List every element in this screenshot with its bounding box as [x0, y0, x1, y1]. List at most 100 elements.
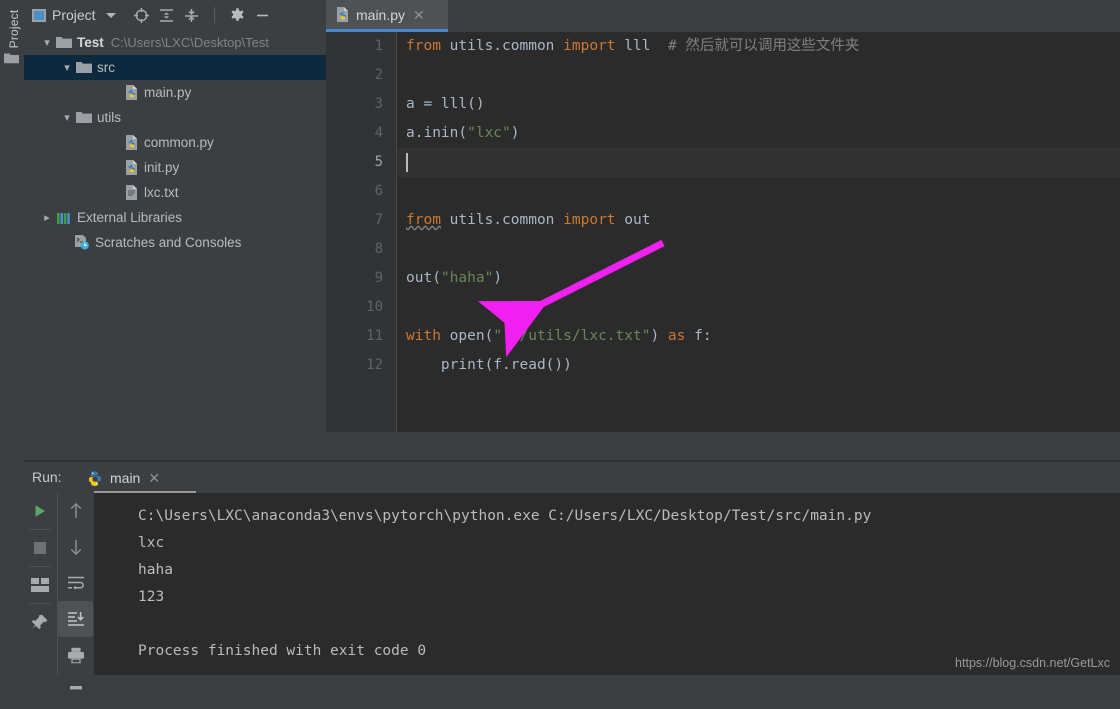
run-actions-right — [57, 493, 94, 690]
line-number: 8 — [374, 241, 383, 257]
line-number: 11 — [366, 328, 383, 344]
stop-icon — [34, 542, 46, 554]
tree-label: init.py — [144, 160, 180, 175]
project-tool-window-button[interactable]: Project — [7, 0, 21, 59]
line-number: 10 — [366, 299, 383, 315]
tab-bar-empty-area — [448, 0, 1120, 29]
layout-button[interactable] — [24, 567, 56, 603]
editor-tab-bar: main.py ✕ — [326, 0, 1120, 32]
arrow-down-icon — [70, 540, 81, 556]
tree-label: main.py — [144, 85, 192, 100]
code-line-current — [398, 148, 1120, 177]
locate-target-icon[interactable] — [132, 6, 151, 25]
python-file-icon — [337, 7, 348, 22]
tree-row-common-py[interactable]: ▾ common.py — [24, 130, 326, 155]
project-title: Project — [52, 7, 96, 23]
tree-label: External Libraries — [77, 210, 183, 225]
chevron-down-icon[interactable]: ▾ — [58, 111, 76, 124]
tree-label: src — [97, 60, 115, 75]
chevron-down-icon[interactable] — [105, 12, 116, 18]
close-icon[interactable]: ✕ — [413, 8, 425, 22]
line-number: 6 — [374, 183, 383, 199]
code-line: out("haha") — [406, 270, 503, 286]
run-console-output[interactable]: C:\Users\LXC\anaconda3\envs\pytorch\pyth… — [94, 493, 1120, 675]
gear-icon[interactable] — [228, 6, 247, 25]
line-number: 7 — [374, 212, 383, 228]
arrow-up-icon — [70, 502, 81, 518]
collapse-all-icon[interactable] — [182, 6, 201, 25]
run-tool-window-header: Run: main ✕ — [24, 462, 1120, 494]
pin-tab-button[interactable] — [24, 604, 56, 640]
up-stack-trace-button[interactable] — [58, 493, 93, 529]
down-stack-trace-button[interactable] — [58, 529, 93, 565]
code-line: from utils.common import out — [406, 212, 651, 228]
line-number: 4 — [374, 125, 383, 141]
code-line: a.inin("lxc") — [406, 125, 520, 141]
scratches-icon — [75, 235, 89, 250]
soft-wrap-button[interactable] — [58, 565, 93, 601]
code-line: print(f.read()) — [406, 357, 572, 373]
scroll-to-end-button[interactable] — [58, 601, 93, 637]
line-number: 5 — [374, 154, 383, 170]
clear-all-button[interactable] — [58, 673, 93, 709]
text-caret — [406, 153, 408, 172]
close-icon[interactable]: ✕ — [148, 470, 160, 487]
code-text-area[interactable]: from utils.common import lll # 然后就可以调用这些… — [398, 32, 1120, 432]
soft-wrap-icon — [67, 576, 84, 590]
print-button[interactable] — [58, 637, 93, 673]
tree-label: Scratches and Consoles — [95, 235, 242, 250]
console-line: 123 — [138, 589, 165, 605]
project-view-selector[interactable]: Project — [32, 7, 116, 23]
project-tree[interactable]: ▾ Test C:\Users\LXC\Desktop\Test ▾ src ▾ — [24, 30, 326, 462]
console-line: C:\Users\LXC\anaconda3\envs\pytorch\pyth… — [138, 508, 872, 524]
chevron-right-icon[interactable]: ▸ — [38, 211, 56, 224]
tree-row-main-py[interactable]: ▾ main.py — [24, 80, 326, 105]
toolbar-divider — [213, 7, 215, 23]
tree-row-src[interactable]: ▾ src — [24, 55, 326, 80]
code-editor[interactable]: 1 2 3 4 5 6 7 8 9 10 11 12 from utils.co… — [326, 32, 1120, 432]
tree-label: utils — [97, 110, 122, 125]
gutter-separator — [396, 32, 397, 432]
tree-row-init-py[interactable]: ▾ init.py — [24, 155, 326, 180]
line-number: 12 — [366, 357, 383, 373]
layout-icon — [31, 578, 49, 592]
folder-icon — [76, 62, 92, 73]
pycharm-window: Project Project ▾ Test C:\Users\LXC\Desk… — [0, 0, 1120, 690]
run-actions-left — [24, 493, 56, 675]
stop-button[interactable] — [24, 530, 56, 566]
rerun-button[interactable] — [24, 493, 56, 529]
minimize-icon[interactable] — [253, 6, 272, 25]
code-line: a = lll() — [406, 96, 485, 112]
run-tab-label: main — [110, 470, 141, 486]
project-tool-window: Project ▾ Test C:\Users\LXC\Desktop\Test… — [24, 0, 326, 462]
project-window-icon — [32, 8, 46, 22]
tree-row-external-libraries[interactable]: ▸ External Libraries — [24, 205, 326, 230]
expand-all-icon[interactable] — [157, 6, 176, 25]
editor-gutter[interactable]: 1 2 3 4 5 6 7 8 9 10 11 12 — [326, 32, 397, 432]
tab-label: main.py — [356, 6, 406, 23]
folder-icon — [76, 112, 92, 123]
left-tool-strip: Project — [0, 0, 25, 675]
play-icon — [35, 505, 45, 517]
console-line: haha — [138, 562, 173, 578]
python-file-icon — [126, 160, 137, 175]
tree-row-utils[interactable]: ▾ utils — [24, 105, 326, 130]
python-file-icon — [126, 85, 137, 100]
chevron-down-icon[interactable]: ▾ — [38, 36, 56, 49]
run-label: Run: — [32, 469, 62, 485]
run-tab-main[interactable]: main ✕ — [86, 466, 160, 490]
chevron-down-icon[interactable]: ▾ — [58, 61, 76, 74]
tab-main-py[interactable]: main.py ✕ — [326, 0, 448, 29]
tree-row-test[interactable]: ▾ Test C:\Users\LXC\Desktop\Test — [24, 30, 326, 55]
python-icon — [88, 470, 102, 486]
project-toolbar: Project — [24, 0, 326, 30]
tree-row-lxc-txt[interactable]: ▾ lxc.txt — [24, 180, 326, 205]
editor-bottom-filler — [326, 432, 1120, 462]
text-file-icon — [126, 185, 137, 200]
tree-row-scratches-and-consoles[interactable]: ▾ Scratches and Consoles — [24, 230, 326, 255]
line-number: 9 — [374, 270, 383, 286]
